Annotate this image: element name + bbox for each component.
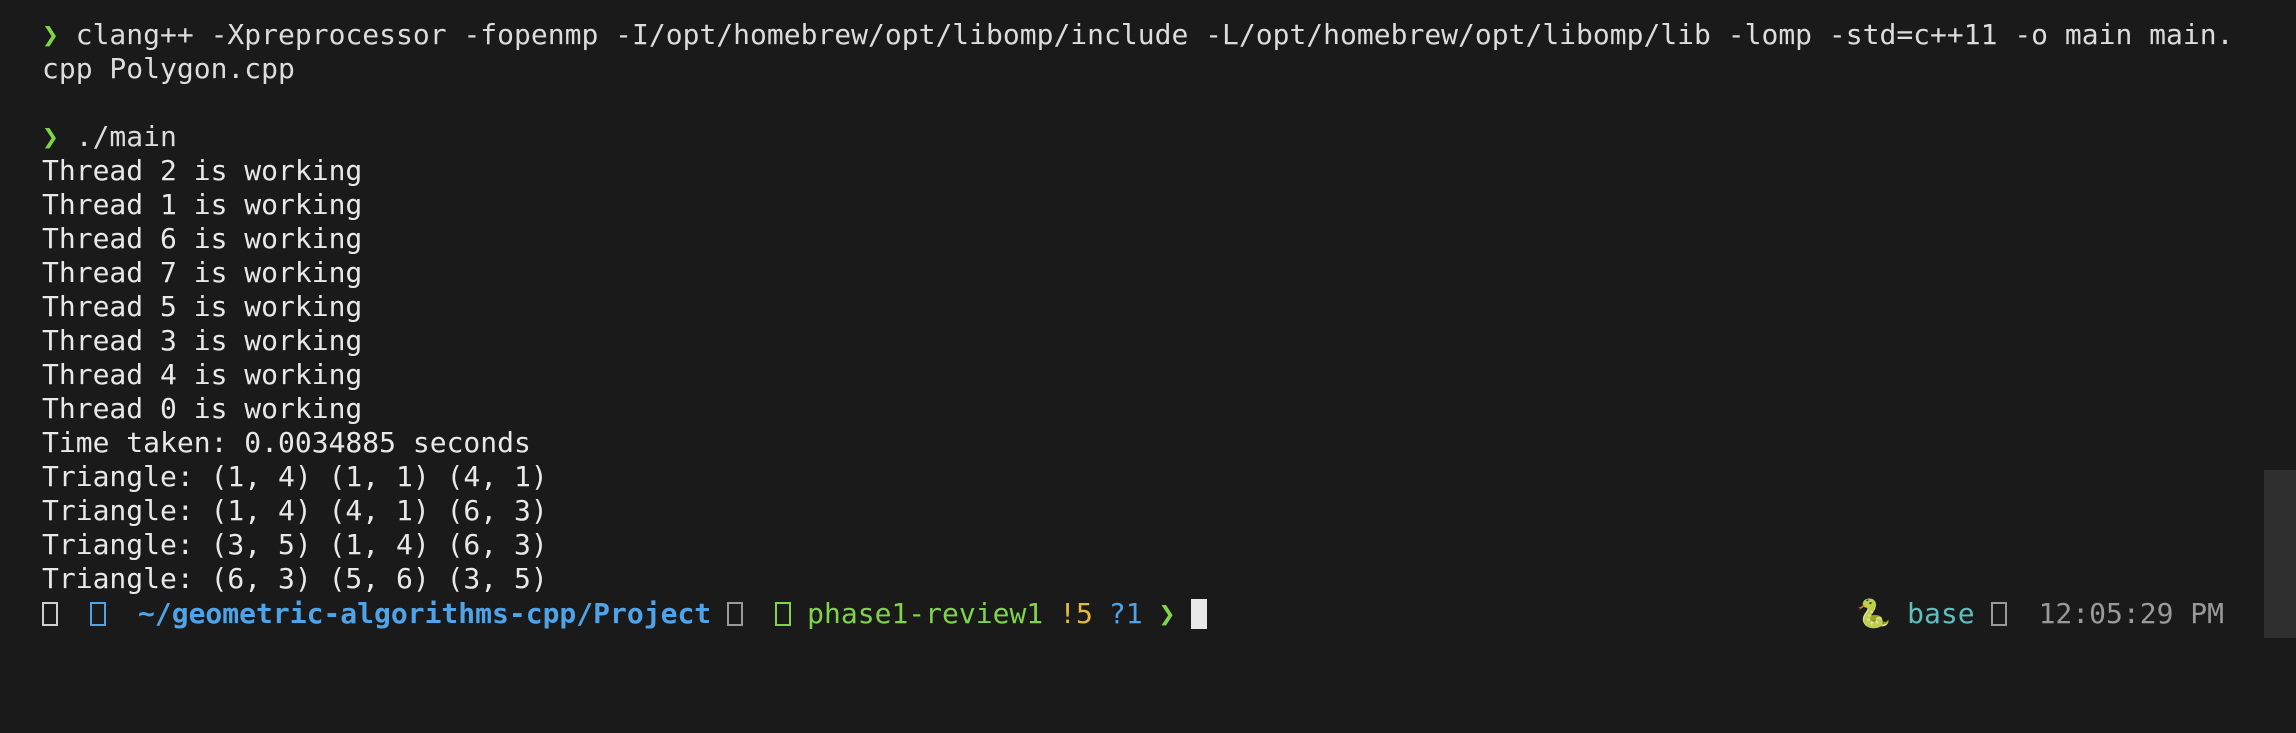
scrollbar-thumb[interactable]	[2264, 470, 2296, 638]
output-line: Thread 0 is working	[42, 392, 363, 425]
git-modified-count: !5	[1059, 597, 1093, 630]
scrollbar-track[interactable]	[2264, 0, 2296, 638]
git-untracked-count: ?1	[1108, 597, 1143, 630]
git-icon	[727, 602, 744, 626]
text-cursor[interactable]	[1191, 599, 1208, 629]
output-line: Thread 7 is working	[42, 256, 363, 289]
prompt-chevron: ❯	[42, 18, 59, 51]
python-icon: 🐍	[1856, 597, 1892, 630]
command-line: ❯ ./main	[42, 120, 2252, 154]
output-line: Triangle: (1, 4) (1, 1) (4, 1)	[42, 460, 548, 493]
output-line: Thread 4 is working	[42, 358, 363, 391]
output-line: Thread 3 is working	[42, 324, 363, 357]
clock-icon	[1990, 602, 2007, 626]
terminal-window[interactable]: ❯ clang++ -Xpreprocessor -fopenmp -I/opt…	[0, 0, 2296, 638]
command-text: ./main	[75, 120, 177, 153]
command-text: clang++ -Xpreprocessor -fopenmp -I/opt/h…	[75, 18, 2234, 51]
conda-env-name: base	[1907, 597, 1975, 630]
apple-icon	[42, 602, 58, 626]
output-line: Thread 5 is working	[42, 290, 363, 323]
git-branch: phase1-review1	[807, 597, 1044, 630]
prompt-left-segment: ~/geometric-algorithms-cpp/Project phase…	[42, 597, 1208, 631]
command-line-wrap: cpp Polygon.cpp	[42, 52, 295, 85]
output-line: Triangle: (6, 3) (5, 6) (3, 5)	[42, 562, 548, 595]
branch-icon	[775, 602, 792, 626]
output-line: Thread 6 is working	[42, 222, 363, 255]
output-line: Triangle: (1, 4) (4, 1) (6, 3)	[42, 494, 548, 527]
output-line: Time taken: 0.0034885 seconds	[42, 426, 531, 459]
prompt-right-segment: 🐍 base 12:05:29 PM	[1856, 597, 2224, 631]
output-line: Triangle: (3, 5) (1, 4) (6, 3)	[42, 528, 548, 561]
prompt-chevron: ❯	[42, 120, 59, 153]
prompt-chevron: ❯	[1158, 597, 1176, 630]
prompt-statusbar: ~/geometric-algorithms-cpp/Project phase…	[0, 597, 2264, 631]
output-line: Thread 2 is working	[42, 154, 363, 187]
prompt-time: 12:05:29 PM	[2038, 597, 2224, 630]
folder-icon	[90, 602, 106, 626]
output-line: Thread 1 is working	[42, 188, 363, 221]
terminal-scrollback: ❯ clang++ -Xpreprocessor -fopenmp -I/opt…	[42, 18, 2252, 596]
command-line: ❯ clang++ -Xpreprocessor -fopenmp -I/opt…	[42, 18, 2252, 52]
current-directory: ~/geometric-algorithms-cpp/Project	[138, 597, 712, 630]
